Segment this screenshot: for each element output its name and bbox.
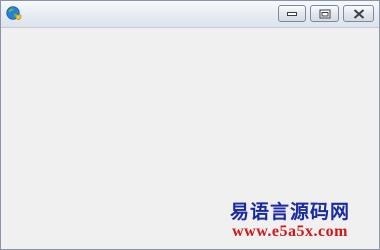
minimize-icon — [287, 11, 297, 16]
watermark-title: 易语言源码网 — [229, 201, 350, 223]
minimize-button[interactable] — [278, 5, 306, 22]
globe-shield-icon[interactable] — [6, 6, 22, 22]
maximize-icon — [319, 9, 330, 18]
close-button[interactable] — [343, 5, 374, 22]
watermark: 易语言源码网 www.e5a5x.com — [215, 201, 365, 241]
app-window: 易语言源码网 www.e5a5x.com — [0, 0, 380, 250]
watermark-url: www.e5a5x.com — [232, 223, 348, 240]
title-bar[interactable] — [1, 1, 379, 28]
close-icon — [353, 9, 364, 18]
maximize-button[interactable] — [310, 5, 339, 22]
